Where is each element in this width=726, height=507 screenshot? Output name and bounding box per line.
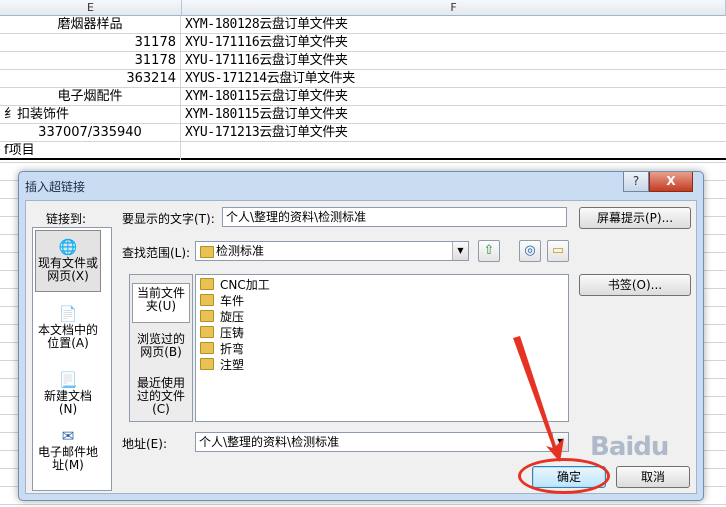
annotation-circle xyxy=(518,458,610,494)
watermark-logo: Baidu xyxy=(590,432,669,462)
annotation-arrow xyxy=(513,336,564,462)
